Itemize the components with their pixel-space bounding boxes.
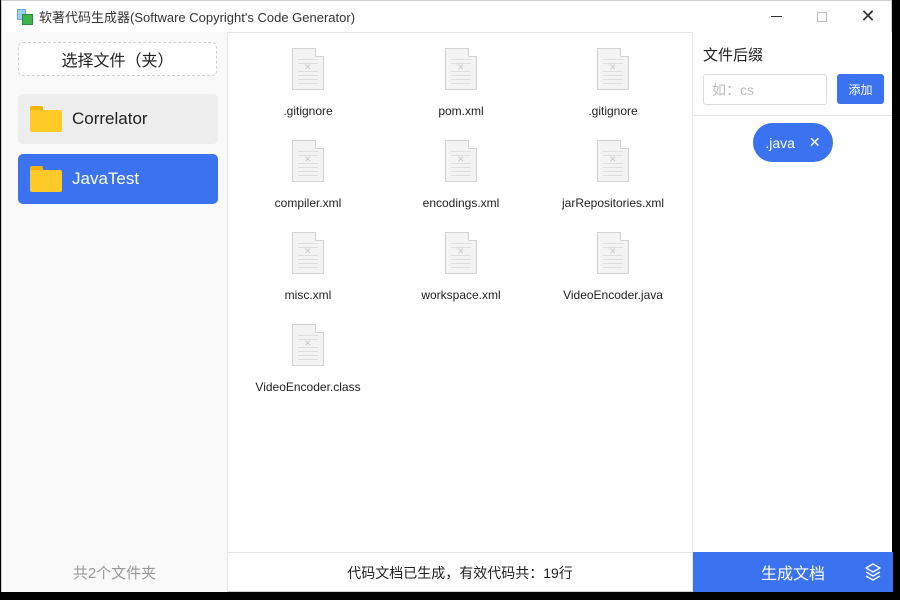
folder-label: JavaTest [72,169,140,188]
minimize-button[interactable] [753,1,799,32]
generate-button-label: 生成文档 [760,566,825,583]
file-item[interactable]: ✕ .gitignore [538,48,688,128]
maximize-button[interactable] [799,1,845,32]
add-suffix-button[interactable]: 添加 [837,74,884,104]
maximize-icon [817,11,827,22]
document-icon: ✕ [597,140,629,182]
folder-item-javatest[interactable]: JavaTest [18,154,218,204]
document-icon: ✕ [597,232,629,274]
file-name: VideoEncoder.java [563,288,663,302]
window-controls: ✕ [753,1,891,32]
file-item[interactable]: ✕ jarRepositories.xml [538,140,688,220]
remove-tag-icon[interactable]: ✕ [809,134,821,151]
generate-document-button[interactable]: 生成文档 [693,552,893,592]
document-icon: ✕ [445,140,477,182]
window-title: 软著代码生成器(Software Copyright's Code Genera… [39,10,356,25]
title-bar: 软著代码生成器(Software Copyright's Code Genera… [2,1,891,33]
close-button[interactable]: ✕ [845,1,891,32]
document-icon: ✕ [597,48,629,90]
close-icon: ✕ [860,6,876,26]
file-name: VideoEncoder.class [255,380,361,394]
suffix-input[interactable] [703,74,827,105]
app-window: 软著代码生成器(Software Copyright's Code Genera… [1,0,893,592]
folder-icon [30,166,62,192]
folder-sidebar: 选择文件（夹） Correlator JavaTest 共2个文件夹 [2,32,228,592]
file-name: pom.xml [438,104,484,118]
suffix-title: 文件后缀 [703,47,764,64]
file-name: workspace.xml [421,288,501,302]
document-icon: ✕ [445,232,477,274]
divider [693,115,892,116]
file-item[interactable]: ✕ VideoEncoder.java [538,232,688,312]
file-name: .gitignore [283,104,333,118]
folder-icon [30,106,62,132]
app-icon [17,8,33,25]
minimize-icon [770,16,782,17]
status-bar: 代码文档已生成，有效代码共：19行 [228,552,692,592]
document-icon: ✕ [292,140,324,182]
folder-item-correlator[interactable]: Correlator [18,94,218,144]
document-icon: ✕ [292,232,324,274]
file-grid: ✕ .gitignore ✕ pom.xml ✕ .gitignore ✕ compiler.… [228,32,692,552]
file-name: encodings.xml [422,196,500,210]
file-item[interactable]: ✕ compiler.xml [233,140,383,220]
select-files-button[interactable]: 选择文件（夹） [18,42,217,76]
document-icon: ✕ [292,48,324,90]
folder-count: 共2个文件夹 [72,564,157,582]
file-item[interactable]: ✕ .gitignore [233,48,383,128]
file-name: compiler.xml [274,196,342,210]
document-icon: ✕ [292,324,324,366]
document-icon: ✕ [445,48,477,90]
file-item[interactable]: ✕ workspace.xml [386,232,536,312]
file-item[interactable]: ✕ pom.xml [386,48,536,128]
file-name: jarRepositories.xml [561,196,665,210]
file-item[interactable]: ✕ misc.xml [233,232,383,312]
suffix-tag: .java ✕ [753,123,833,162]
suffix-tag-label: .java [765,134,795,151]
file-name: .gitignore [588,104,638,118]
folder-label: Correlator [72,109,148,128]
file-name: misc.xml [284,288,332,302]
file-item[interactable]: ✕ encodings.xml [386,140,536,220]
layers-icon [865,563,881,581]
suffix-panel: 文件后缀 添加 .java ✕ 生成文档 [692,32,893,592]
file-item[interactable]: ✕ VideoEncoder.class [233,324,383,404]
